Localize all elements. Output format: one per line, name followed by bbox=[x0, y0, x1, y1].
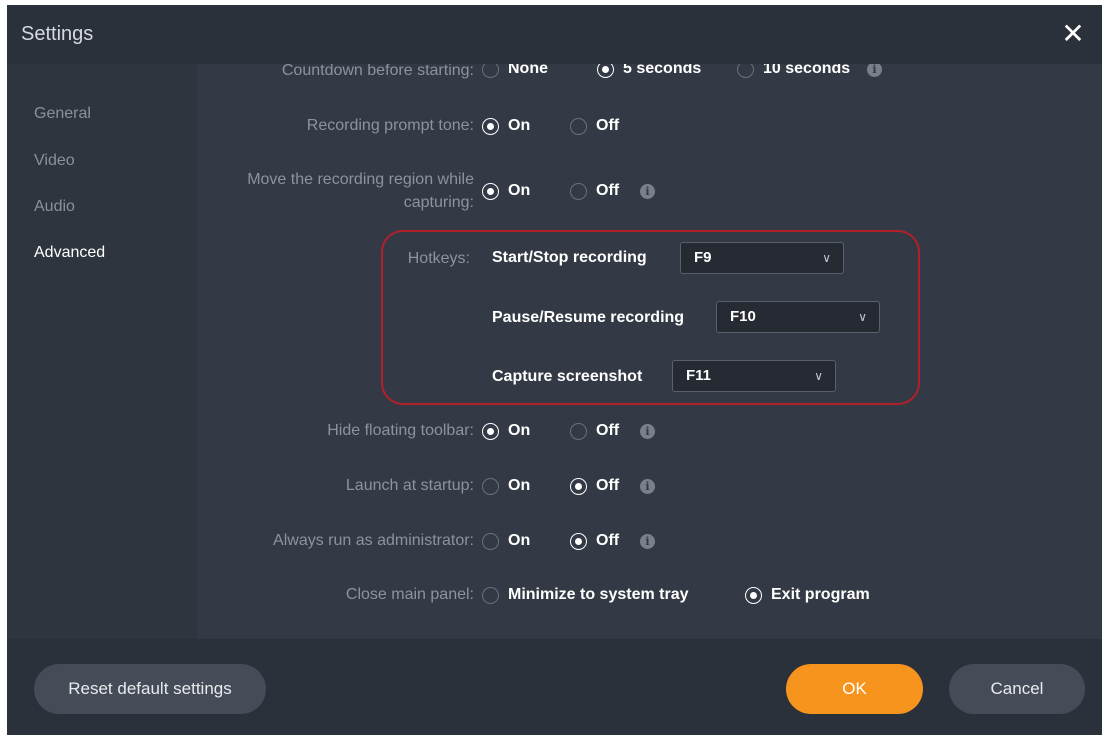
reset-default-button[interactable]: Reset default settings bbox=[34, 664, 266, 714]
hotkey-screenshot-select[interactable]: F11 ∨ bbox=[672, 360, 836, 392]
prompt-tone-label: Recording prompt tone: bbox=[306, 117, 474, 134]
info-icon[interactable]: i bbox=[640, 479, 655, 494]
info-icon[interactable]: i bbox=[640, 424, 655, 439]
chevron-down-icon: ∨ bbox=[814, 369, 823, 383]
window-title: Settings bbox=[21, 23, 94, 45]
move-region-label: Move the recording region while capturin… bbox=[247, 171, 474, 211]
radio-selected-icon bbox=[570, 532, 587, 550]
settings-content: Countdown before starting: None 5 second… bbox=[197, 64, 1102, 639]
run-admin-off-option[interactable]: Off bbox=[570, 532, 619, 550]
close-icon[interactable]: ✕ bbox=[1058, 19, 1088, 49]
radio-selected-icon bbox=[745, 586, 762, 604]
countdown-none-option[interactable]: None bbox=[482, 64, 548, 78]
launch-startup-off-option[interactable]: Off bbox=[570, 477, 619, 495]
sidebar-item-advanced[interactable]: Advanced bbox=[34, 244, 105, 262]
radio-icon bbox=[570, 422, 587, 440]
info-icon[interactable]: i bbox=[640, 184, 655, 199]
sidebar-item-video[interactable]: Video bbox=[34, 152, 75, 170]
chevron-down-icon: ∨ bbox=[822, 251, 831, 265]
footer: Reset default settings OK Cancel bbox=[7, 639, 1102, 735]
radio-selected-icon bbox=[570, 477, 587, 495]
radio-icon bbox=[482, 64, 499, 78]
hide-toolbar-on-option[interactable]: On bbox=[482, 422, 530, 440]
radio-icon bbox=[737, 64, 754, 78]
radio-selected-icon bbox=[482, 182, 499, 200]
settings-window: Settings ✕ General Video Audio Advanced … bbox=[7, 5, 1102, 735]
radio-selected-icon bbox=[482, 422, 499, 440]
info-icon[interactable]: i bbox=[867, 64, 882, 77]
info-icon[interactable]: i bbox=[640, 534, 655, 549]
prompt-tone-off-option[interactable]: Off bbox=[570, 117, 619, 135]
run-admin-label: Always run as administrator: bbox=[273, 532, 474, 549]
move-region-off-option[interactable]: Off bbox=[570, 182, 619, 200]
hotkey-start-stop-select[interactable]: F9 ∨ bbox=[680, 242, 844, 274]
sidebar-item-general[interactable]: General bbox=[34, 105, 91, 123]
sidebar-item-audio[interactable]: Audio bbox=[34, 198, 75, 216]
hotkey-screenshot-label: Capture screenshot bbox=[492, 368, 643, 385]
close-panel-exit-option[interactable]: Exit program bbox=[745, 586, 870, 604]
cancel-button[interactable]: Cancel bbox=[949, 664, 1085, 714]
radio-selected-icon bbox=[482, 117, 499, 135]
title-bar: Settings ✕ bbox=[7, 5, 1102, 64]
launch-startup-on-option[interactable]: On bbox=[482, 477, 530, 495]
ok-button[interactable]: OK bbox=[786, 664, 923, 714]
radio-icon bbox=[570, 182, 587, 200]
countdown-5s-option[interactable]: 5 seconds bbox=[597, 64, 701, 78]
radio-icon bbox=[482, 586, 499, 604]
prompt-tone-on-option[interactable]: On bbox=[482, 117, 530, 135]
hide-toolbar-label: Hide floating toolbar: bbox=[327, 422, 474, 439]
close-panel-minimize-option[interactable]: Minimize to system tray bbox=[482, 586, 689, 604]
run-admin-on-option[interactable]: On bbox=[482, 532, 530, 550]
hotkeys-label: Hotkeys: bbox=[407, 250, 470, 267]
hotkey-start-stop-label: Start/Stop recording bbox=[492, 249, 647, 266]
launch-startup-label: Launch at startup: bbox=[345, 477, 474, 494]
countdown-label: Countdown before starting: bbox=[281, 64, 474, 79]
sidebar: General Video Audio Advanced bbox=[7, 64, 197, 639]
hide-toolbar-off-option[interactable]: Off bbox=[570, 422, 619, 440]
radio-icon bbox=[482, 477, 499, 495]
hotkey-pause-resume-label: Pause/Resume recording bbox=[492, 309, 685, 326]
close-panel-label: Close main panel: bbox=[345, 586, 474, 603]
radio-selected-icon bbox=[597, 64, 614, 78]
radio-icon bbox=[482, 532, 499, 550]
hotkey-pause-resume-select[interactable]: F10 ∨ bbox=[716, 301, 880, 333]
radio-icon bbox=[570, 117, 587, 135]
countdown-10s-option[interactable]: 10 seconds bbox=[737, 64, 850, 78]
move-region-on-option[interactable]: On bbox=[482, 182, 530, 200]
chevron-down-icon: ∨ bbox=[858, 310, 867, 324]
